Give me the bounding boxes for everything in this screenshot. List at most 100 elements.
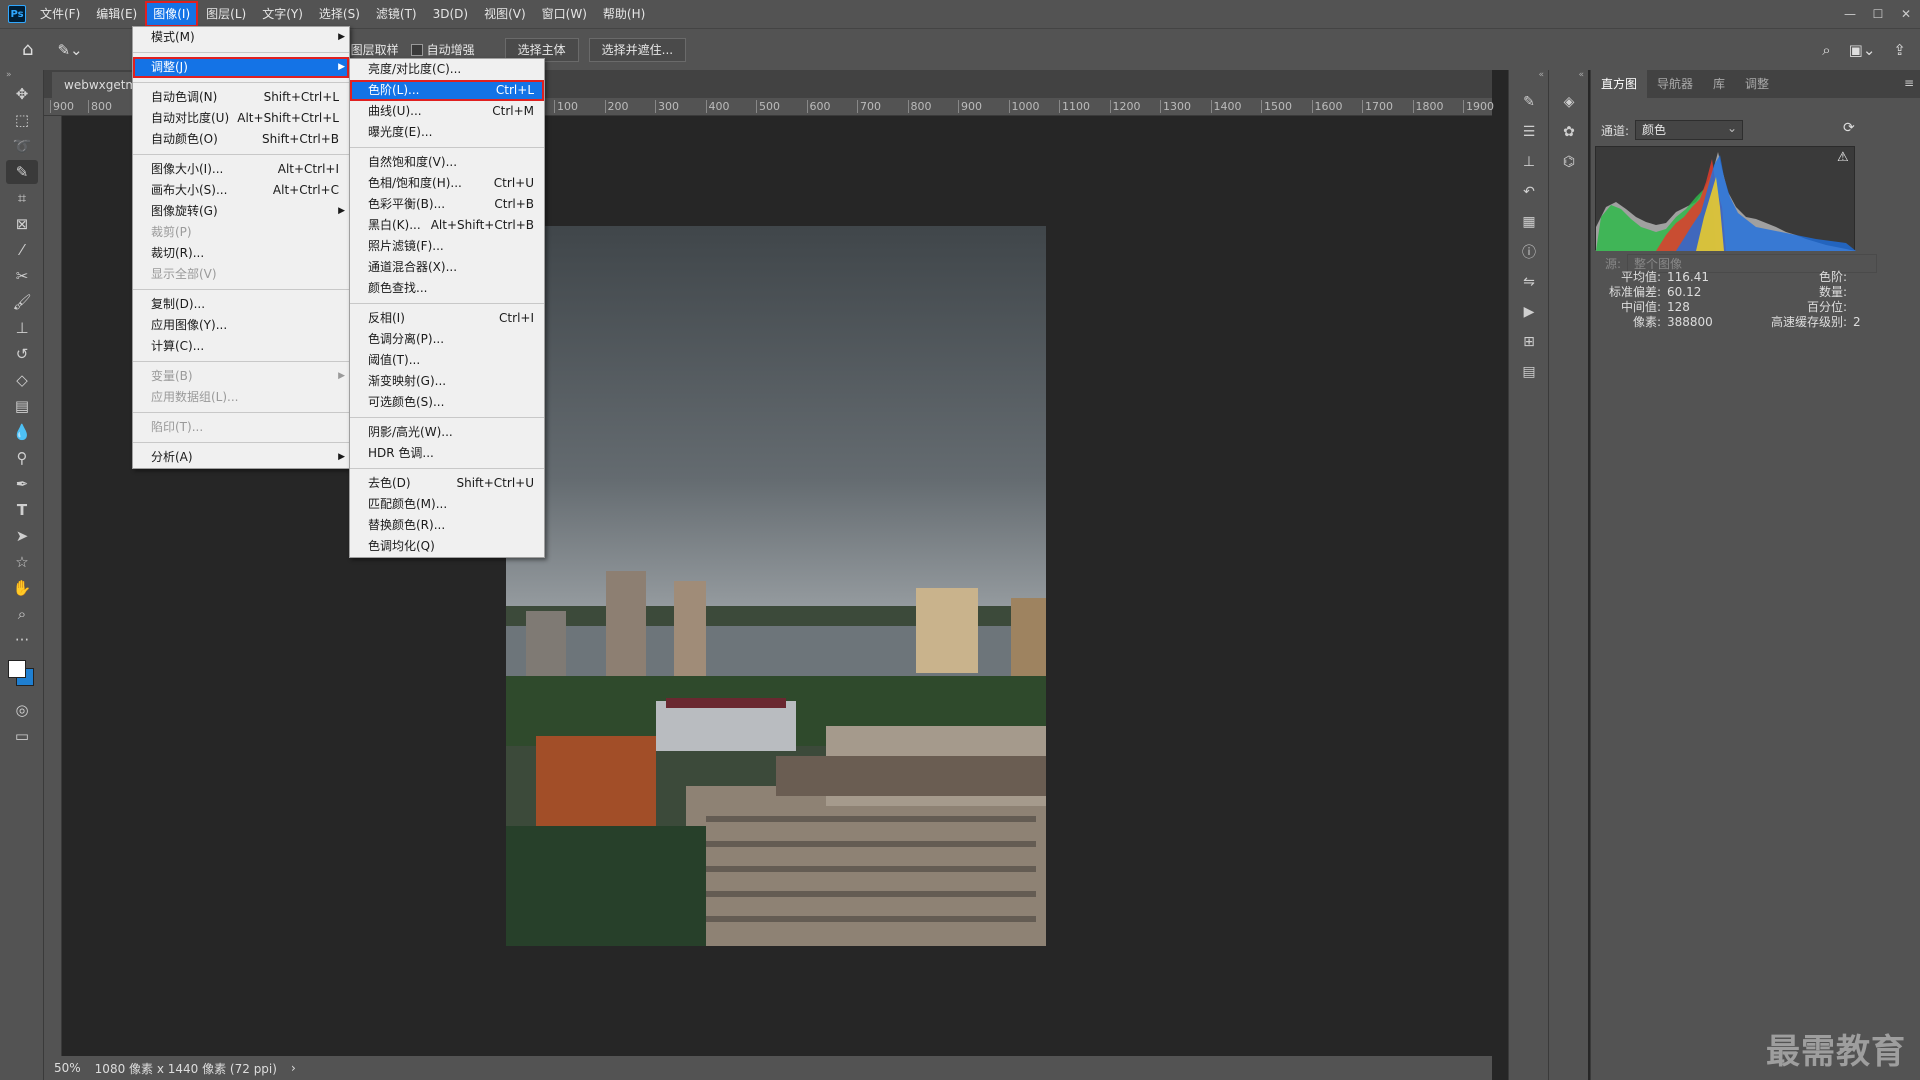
menu-item-5[interactable]: 选择(S)	[313, 3, 366, 25]
panel-menu-icon[interactable]: ≡	[1904, 76, 1914, 90]
menu-item-7[interactable]: 3D(D)	[427, 3, 474, 25]
adjust-menu-item[interactable]: 渐变映射(G)...	[350, 371, 544, 392]
image-menu-item[interactable]: 画布大小(S)... Alt+Ctrl+C	[133, 180, 349, 201]
eraser-tool-icon[interactable]: ◇	[6, 368, 38, 392]
adjust-menu-item[interactable]: 色调均化(Q)	[350, 536, 544, 557]
document-image[interactable]	[506, 226, 1046, 946]
checkbox-box[interactable]	[410, 43, 423, 56]
marquee-tool-icon[interactable]: ⬚	[6, 108, 38, 132]
image-menu-item[interactable]: 分析(A) ▶	[133, 447, 349, 468]
image-menu-item[interactable]: 裁切(R)...	[133, 243, 349, 264]
layers-icon[interactable]: ◈	[1555, 90, 1583, 114]
menu-item-0[interactable]: 文件(F)	[34, 3, 86, 25]
image-menu-item[interactable]: 图像旋转(G) ▶	[133, 201, 349, 222]
maximize-button[interactable]: ☐	[1864, 7, 1892, 21]
brush-tool-icon[interactable]: 🖌	[6, 290, 38, 314]
adjust-menu-item[interactable]: 亮度/对比度(C)...	[350, 59, 544, 80]
screen-mode-icon[interactable]: ▭	[6, 724, 38, 748]
move-tool-icon[interactable]: ✥	[6, 82, 38, 106]
actions-play-icon[interactable]: ▶	[1515, 300, 1543, 324]
menu-item-3[interactable]: 图层(L)	[200, 3, 252, 25]
minimize-button[interactable]: —	[1836, 7, 1864, 21]
image-menu-item[interactable]: 计算(C)...	[133, 336, 349, 357]
adjust-menu-item[interactable]: 颜色查找...	[350, 278, 544, 299]
properties-icon[interactable]: ☰	[1515, 120, 1543, 144]
workspace-icon[interactable]: ▣⌄	[1849, 41, 1876, 59]
adjust-menu-item[interactable]: 通道混合器(X)...	[350, 257, 544, 278]
auto-enhance-checkbox[interactable]: 自动增强	[410, 41, 475, 58]
layer-comps-icon[interactable]: ⇋	[1515, 270, 1543, 294]
eyedropper-tool-icon[interactable]: ⁄	[6, 238, 38, 262]
adjust-menu-item[interactable]: 自然饱和度(V)...	[350, 152, 544, 173]
menu-item-9[interactable]: 窗口(W)	[536, 3, 593, 25]
menu-item-10[interactable]: 帮助(H)	[597, 3, 651, 25]
lasso-tool-icon[interactable]: ➰	[6, 134, 38, 158]
collapse-dock-icon[interactable]: «	[1509, 70, 1548, 84]
path-selection-tool-icon[interactable]: ➤	[6, 524, 38, 548]
notes-icon[interactable]: ▤	[1515, 360, 1543, 384]
cache-warning-icon[interactable]: ⚠	[1837, 150, 1849, 165]
adjust-menu-item[interactable]: 照片滤镜(F)...	[350, 236, 544, 257]
channel-select[interactable]: 颜色	[1635, 119, 1744, 140]
more-tools-icon[interactable]: ···	[6, 628, 38, 652]
brush-settings-icon[interactable]: ✎	[1515, 90, 1543, 114]
adjust-menu-item[interactable]: 色彩平衡(B)... Ctrl+B	[350, 194, 544, 215]
panel-tab-0[interactable]: 直方图	[1591, 70, 1648, 98]
zoom-level[interactable]: 50%	[54, 1061, 81, 1075]
panel-tab-2[interactable]: 库	[1703, 70, 1735, 98]
image-menu-item[interactable]: 模式(M) ▶	[133, 27, 349, 48]
collapse-toolbar-icon[interactable]: »	[0, 70, 43, 80]
history-icon[interactable]: ↶	[1515, 180, 1543, 204]
gradient-tool-icon[interactable]: ▤	[6, 394, 38, 418]
channels-icon[interactable]: ✿	[1555, 120, 1583, 144]
menu-item-2[interactable]: 图像(I)	[145, 1, 199, 27]
image-menu-item[interactable]: 调整(J) ▶	[133, 57, 349, 78]
shape-tool-icon[interactable]: ☆	[6, 550, 38, 574]
chevron-right-icon[interactable]: ›	[291, 1061, 296, 1075]
select-and-mask-button[interactable]: 选择并遮住...	[588, 37, 687, 62]
clone-stamp-tool-icon[interactable]: ⊥	[6, 316, 38, 340]
share-icon[interactable]: ⇪	[1893, 41, 1906, 59]
adjust-menu-item[interactable]: 去色(D) Shift+Ctrl+U	[350, 473, 544, 494]
menu-item-4[interactable]: 文字(Y)	[256, 3, 309, 25]
adjust-menu-item[interactable]: 阴影/高光(W)...	[350, 422, 544, 443]
swatches-icon[interactable]: ▦	[1515, 210, 1543, 234]
image-menu-item[interactable]: 图像大小(I)... Alt+Ctrl+I	[133, 159, 349, 180]
pen-tool-icon[interactable]: ✒	[6, 472, 38, 496]
quick-selection-tool-icon[interactable]: ✎	[6, 160, 38, 184]
adjust-menu-item[interactable]: 可选颜色(S)...	[350, 392, 544, 413]
menu-item-8[interactable]: 视图(V)	[478, 3, 532, 25]
adjust-menu-item[interactable]: 匹配颜色(M)...	[350, 494, 544, 515]
quick-selection-preset-icon[interactable]: ✎⌄	[57, 41, 82, 59]
adjust-menu-item[interactable]: 黑白(K)... Alt+Shift+Ctrl+B	[350, 215, 544, 236]
image-menu-item[interactable]: 自动颜色(O) Shift+Ctrl+B	[133, 129, 349, 150]
healing-brush-tool-icon[interactable]: ✂	[6, 264, 38, 288]
blur-tool-icon[interactable]: 💧	[6, 420, 38, 444]
refresh-icon[interactable]: ⟳	[1843, 120, 1855, 136]
frame-tool-icon[interactable]: ⊠	[6, 212, 38, 236]
image-menu-item[interactable]: 复制(D)...	[133, 294, 349, 315]
image-menu-item[interactable]: 应用图像(Y)...	[133, 315, 349, 336]
history-brush-tool-icon[interactable]: ↺	[6, 342, 38, 366]
adjust-menu-item[interactable]: 阈值(T)...	[350, 350, 544, 371]
image-menu-item[interactable]: 自动色调(N) Shift+Ctrl+L	[133, 87, 349, 108]
adjust-menu-item[interactable]: HDR 色调...	[350, 443, 544, 464]
document-size-info[interactable]: 1080 像素 x 1440 像素 (72 ppi)	[95, 1060, 277, 1077]
artboard-icon[interactable]: ⊞	[1515, 330, 1543, 354]
search-icon[interactable]: ⌕	[1822, 41, 1830, 59]
hand-tool-icon[interactable]: ✋	[6, 576, 38, 600]
paths-icon[interactable]: ⌬	[1555, 150, 1583, 174]
adjust-menu-item[interactable]: 色阶(L)... Ctrl+L	[350, 80, 544, 101]
foreground-color-swatch[interactable]	[8, 660, 26, 678]
menu-item-1[interactable]: 编辑(E)	[90, 3, 143, 25]
adjust-menu-item[interactable]: 反相(I) Ctrl+I	[350, 308, 544, 329]
image-menu-item[interactable]: 自动对比度(U) Alt+Shift+Ctrl+L	[133, 108, 349, 129]
panel-tab-3[interactable]: 调整	[1735, 70, 1779, 98]
home-icon[interactable]: ⌂	[22, 39, 33, 60]
crop-tool-icon[interactable]: ⌗	[6, 186, 38, 210]
quick-mask-icon[interactable]: ◎	[6, 698, 38, 722]
info-icon[interactable]: ⓘ	[1515, 240, 1543, 264]
adjust-menu-item[interactable]: 替换颜色(R)...	[350, 515, 544, 536]
menu-item-6[interactable]: 滤镜(T)	[370, 3, 423, 25]
adjust-menu-item[interactable]: 色调分离(P)...	[350, 329, 544, 350]
